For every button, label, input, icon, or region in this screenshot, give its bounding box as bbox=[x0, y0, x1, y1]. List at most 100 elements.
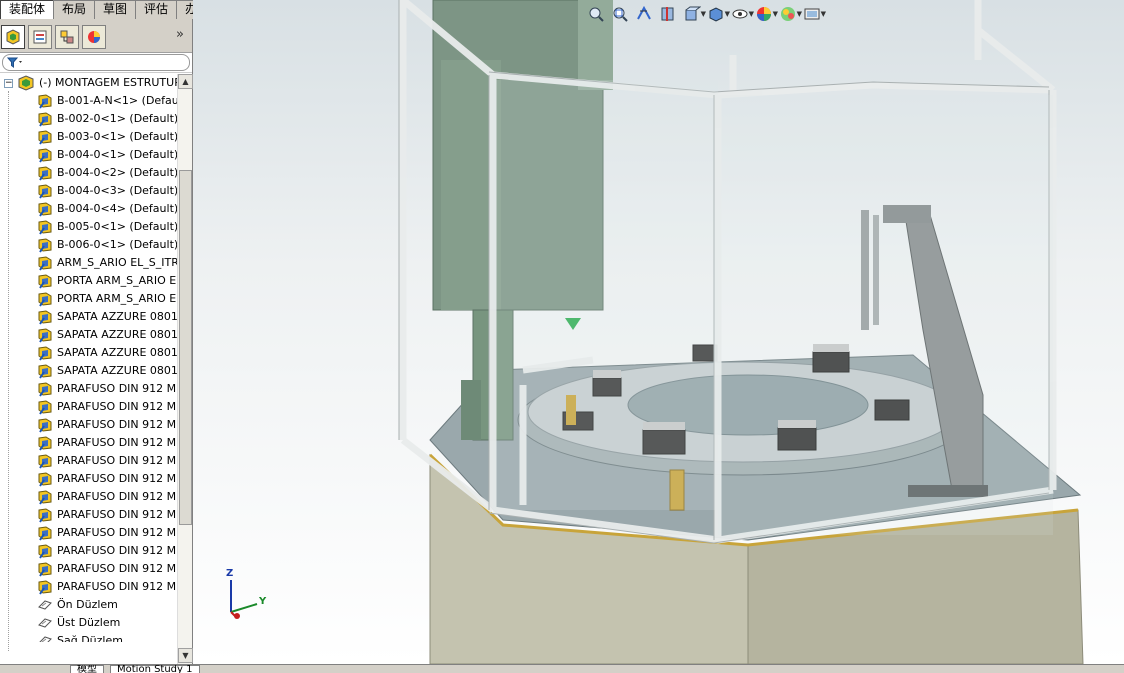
tree-item-part[interactable]: B-004-0<2> (Default) bbox=[0, 164, 177, 182]
part-icon bbox=[38, 310, 52, 325]
filter-input[interactable] bbox=[2, 54, 190, 71]
tree-item-part[interactable]: PARAFUSO DIN 912 M10 bbox=[0, 452, 177, 470]
tree-item-label: SAPATA AZZURE 080161 bbox=[57, 328, 177, 341]
tree-item-part[interactable]: PARAFUSO DIN 912 M10 bbox=[0, 578, 177, 596]
part-icon bbox=[38, 364, 52, 379]
tree-item-part[interactable]: SAPATA AZZURE 080161 bbox=[0, 326, 177, 344]
tree-item-label: B-004-0<3> (Default) bbox=[57, 184, 177, 197]
edit-appearance-icon[interactable]: ▼ bbox=[754, 4, 778, 24]
part-icon bbox=[38, 220, 52, 235]
tree-item-part[interactable]: PARAFUSO DIN 912 M10 bbox=[0, 506, 177, 524]
tree-item-part[interactable]: PORTA ARM_S_ARIO EL bbox=[0, 290, 177, 308]
tree-item-label: PARAFUSO DIN 912 M10 bbox=[57, 472, 177, 485]
scroll-thumb[interactable] bbox=[179, 170, 192, 525]
tree-item-part[interactable]: PARAFUSO DIN 912 M10 bbox=[0, 488, 177, 506]
apply-scene-icon[interactable]: ▼ bbox=[778, 4, 802, 24]
command-tab-1[interactable]: 布局 bbox=[53, 0, 96, 19]
tree-item-label: PARAFUSO DIN 912 M10 bbox=[57, 400, 177, 413]
tree-item-part[interactable]: PARAFUSO DIN 912 M10 bbox=[0, 470, 177, 488]
tree-item-label: Üst Düzlem bbox=[57, 616, 121, 629]
tree-item-part[interactable]: B-004-0<1> (Default) bbox=[0, 146, 177, 164]
tree-item-part[interactable]: PARAFUSO DIN 912 M10 bbox=[0, 434, 177, 452]
feature-manager-icon[interactable] bbox=[1, 25, 25, 49]
tree-item-label: B-004-0<1> (Default) bbox=[57, 148, 177, 161]
tab-motion-study[interactable]: Motion Study 1 bbox=[110, 665, 200, 673]
tree-item-label: PARAFUSO DIN 912 M10 bbox=[57, 526, 177, 539]
view-orientation-icon[interactable]: ▼ bbox=[682, 4, 706, 24]
property-manager-icon[interactable] bbox=[28, 25, 52, 49]
zoom-to-area-icon[interactable] bbox=[610, 4, 632, 24]
tree-item-part[interactable]: SAPATA AZZURE 080161 bbox=[0, 344, 177, 362]
tree-item-part[interactable]: PARAFUSO DIN 912 M10 bbox=[0, 524, 177, 542]
section-view-icon[interactable] bbox=[658, 4, 680, 24]
tree-item-label: B-006-0<1> (Default) bbox=[57, 238, 177, 251]
part-icon bbox=[38, 526, 52, 541]
part-icon bbox=[38, 328, 52, 343]
hide-show-items-icon[interactable]: ▼ bbox=[730, 4, 754, 24]
tree-root-assembly[interactable]: − (-) MONTAGEM ESTRUTURA - bbox=[0, 74, 177, 92]
tree-item-label: Sağ Düzlem bbox=[57, 634, 123, 642]
bottom-tabs: 模型 Motion Study 1 bbox=[0, 664, 1124, 673]
tree-item-part[interactable]: B-006-0<1> (Default) bbox=[0, 236, 177, 254]
tree-item-label: B-004-0<4> (Default) bbox=[57, 202, 177, 215]
tree-item-part[interactable]: ARM_S_ARIO EL_S_ITRI bbox=[0, 254, 177, 272]
tree-item-part[interactable]: B-003-0<1> (Default) bbox=[0, 128, 177, 146]
heads-up-view-toolbar: ▼ ▼ ▼ ▼ ▼ ▼ bbox=[586, 3, 826, 25]
tree-vertical-scrollbar[interactable]: ▲ ▼ bbox=[177, 74, 193, 664]
tree-item-label: PARAFUSO DIN 912 M10 bbox=[57, 562, 177, 575]
scroll-down-button[interactable]: ▼ bbox=[178, 648, 193, 663]
part-icon bbox=[38, 418, 52, 433]
part-icon bbox=[38, 166, 52, 181]
tab-model[interactable]: 模型 bbox=[70, 665, 104, 673]
triad-y-label: Y bbox=[259, 596, 267, 607]
tree-item-part[interactable]: B-004-0<4> (Default) bbox=[0, 200, 177, 218]
tree-item-label: SAPATA AZZURE 080161 bbox=[57, 310, 177, 323]
tree-item-plane[interactable]: Ön Düzlem bbox=[0, 596, 177, 614]
tree-item-part[interactable]: B-005-0<1> (Default) bbox=[0, 218, 177, 236]
tree-item-plane[interactable]: Sağ Düzlem bbox=[0, 632, 177, 642]
tree-item-part[interactable]: PARAFUSO DIN 912 M10 bbox=[0, 380, 177, 398]
chevron-down-icon[interactable]: ▼ bbox=[821, 10, 826, 18]
tree-item-part[interactable]: B-001-A-N<1> (Default) bbox=[0, 92, 177, 110]
tree-item-plane[interactable]: Üst Düzlem bbox=[0, 614, 177, 632]
tree-item-label: PARAFUSO DIN 912 M10 bbox=[57, 418, 177, 431]
tree-item-label: B-003-0<1> (Default) bbox=[57, 130, 177, 143]
tree-item-label: B-004-0<2> (Default) bbox=[57, 166, 177, 179]
tree-item-part[interactable]: B-004-0<3> (Default) bbox=[0, 182, 177, 200]
tree-item-part[interactable]: PORTA ARM_S_ARIO EL_ bbox=[0, 272, 177, 290]
collapse-toggle[interactable]: − bbox=[4, 79, 13, 88]
tree-item-label: PARAFUSO DIN 912 M10 bbox=[57, 436, 177, 449]
view-settings-icon[interactable]: ▼ bbox=[802, 4, 826, 24]
tree-item-part[interactable]: SAPATA AZZURE 080161 bbox=[0, 362, 177, 380]
zoom-to-fit-icon[interactable] bbox=[586, 4, 608, 24]
tree-item-label: PARAFUSO DIN 912 M10 bbox=[57, 454, 177, 467]
tree-item-label: PARAFUSO DIN 912 M10 bbox=[57, 490, 177, 503]
expand-panel-button[interactable]: » bbox=[176, 27, 184, 42]
part-icon bbox=[38, 508, 52, 523]
feature-tree: − (-) MONTAGEM ESTRUTURA - B-001-A-N<1> (D… bbox=[0, 74, 177, 642]
plane-icon bbox=[39, 636, 52, 642]
display-style-icon[interactable]: ▼ bbox=[706, 4, 730, 24]
previous-view-icon[interactable] bbox=[634, 4, 656, 24]
graphics-area[interactable]: ▼▼▼▼▼▼ Z Y X bbox=[193, 0, 1124, 664]
command-tab-2[interactable]: 草图 bbox=[94, 0, 137, 19]
part-icon bbox=[38, 148, 52, 163]
part-icon bbox=[38, 130, 52, 145]
tree-item-part[interactable]: PARAFUSO DIN 912 M10 bbox=[0, 560, 177, 578]
tree-item-part[interactable]: PARAFUSO DIN 912 M10 bbox=[0, 542, 177, 560]
tree-item-part[interactable]: PARAFUSO DIN 912 M10 bbox=[0, 416, 177, 434]
display-manager-icon[interactable] bbox=[82, 25, 106, 49]
part-icon bbox=[38, 112, 52, 127]
tree-item-label: ARM_S_ARIO EL_S_ITRI bbox=[57, 256, 177, 269]
configuration-manager-icon[interactable] bbox=[55, 25, 79, 49]
tree-item-part[interactable]: B-002-0<1> (Default) bbox=[0, 110, 177, 128]
tree-item-part[interactable]: PARAFUSO DIN 912 M10 bbox=[0, 398, 177, 416]
command-tab-3[interactable]: 评估 bbox=[135, 0, 178, 19]
tree-item-part[interactable]: SAPATA AZZURE 080161 bbox=[0, 308, 177, 326]
tree-item-label: PARAFUSO DIN 912 M10 bbox=[57, 580, 177, 593]
command-tab-0[interactable]: 装配体 bbox=[0, 0, 55, 19]
tree-item-label: Ön Düzlem bbox=[57, 598, 118, 611]
scroll-up-button[interactable]: ▲ bbox=[178, 74, 193, 89]
tree-item-label: B-002-0<1> (Default) bbox=[57, 112, 177, 125]
part-icon bbox=[38, 94, 52, 109]
